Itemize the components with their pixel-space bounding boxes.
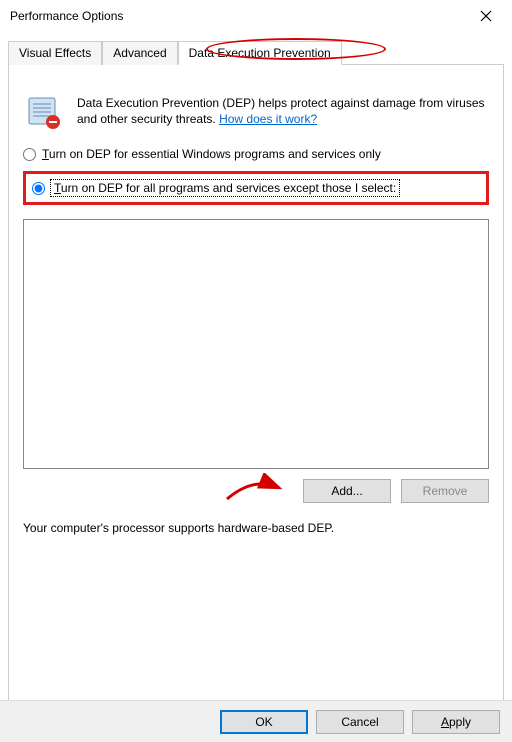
radio-essential-text: urn on DEP for essential Windows program…	[49, 147, 381, 161]
radio-essential-row[interactable]: Turn on DEP for essential Windows progra…	[23, 147, 489, 161]
add-button[interactable]: Add...	[303, 479, 391, 503]
apply-text: pply	[449, 715, 471, 729]
how-does-it-work-link[interactable]: How does it work?	[219, 112, 317, 126]
close-button[interactable]	[466, 2, 506, 30]
titlebar: Performance Options	[0, 0, 512, 32]
list-button-row: Add... Remove	[23, 479, 489, 503]
intro-text: Data Execution Prevention (DEP) helps pr…	[77, 95, 489, 131]
tab-visual-effects[interactable]: Visual Effects	[8, 41, 102, 65]
radio-all-row[interactable]: Turn on DEP for all programs and service…	[32, 180, 480, 196]
radio-all[interactable]	[32, 182, 45, 195]
apply-button[interactable]: Apply	[412, 710, 500, 734]
tab-advanced[interactable]: Advanced	[102, 41, 177, 65]
dep-chip-icon	[23, 95, 63, 131]
radio-all-label: Turn on DEP for all programs and service…	[51, 180, 399, 196]
close-icon	[480, 10, 492, 22]
annotation-highlight-box: Turn on DEP for all programs and service…	[23, 171, 489, 205]
radio-essential[interactable]	[23, 148, 36, 161]
radio-all-text: urn on DEP for all programs and services…	[61, 181, 396, 195]
window-title: Performance Options	[10, 9, 123, 23]
radio-essential-label: Turn on DEP for essential Windows progra…	[42, 147, 381, 161]
tab-strip: Visual Effects Advanced Data Execution P…	[8, 40, 504, 65]
tab-panel-dep: Data Execution Prevention (DEP) helps pr…	[8, 65, 504, 705]
cancel-button[interactable]: Cancel	[316, 710, 404, 734]
remove-button: Remove	[401, 479, 489, 503]
ok-button[interactable]: OK	[220, 710, 308, 734]
tab-dep[interactable]: Data Execution Prevention	[178, 41, 342, 65]
performance-options-window: Performance Options Visual Effects Advan…	[0, 0, 512, 742]
annotation-arrow-icon	[223, 473, 283, 503]
hardware-dep-status: Your computer's processor supports hardw…	[23, 521, 489, 535]
dialog-footer: OK Cancel Apply	[0, 700, 512, 742]
content-area: Visual Effects Advanced Data Execution P…	[0, 32, 512, 705]
intro-block: Data Execution Prevention (DEP) helps pr…	[23, 95, 489, 131]
exception-listbox[interactable]	[23, 219, 489, 469]
